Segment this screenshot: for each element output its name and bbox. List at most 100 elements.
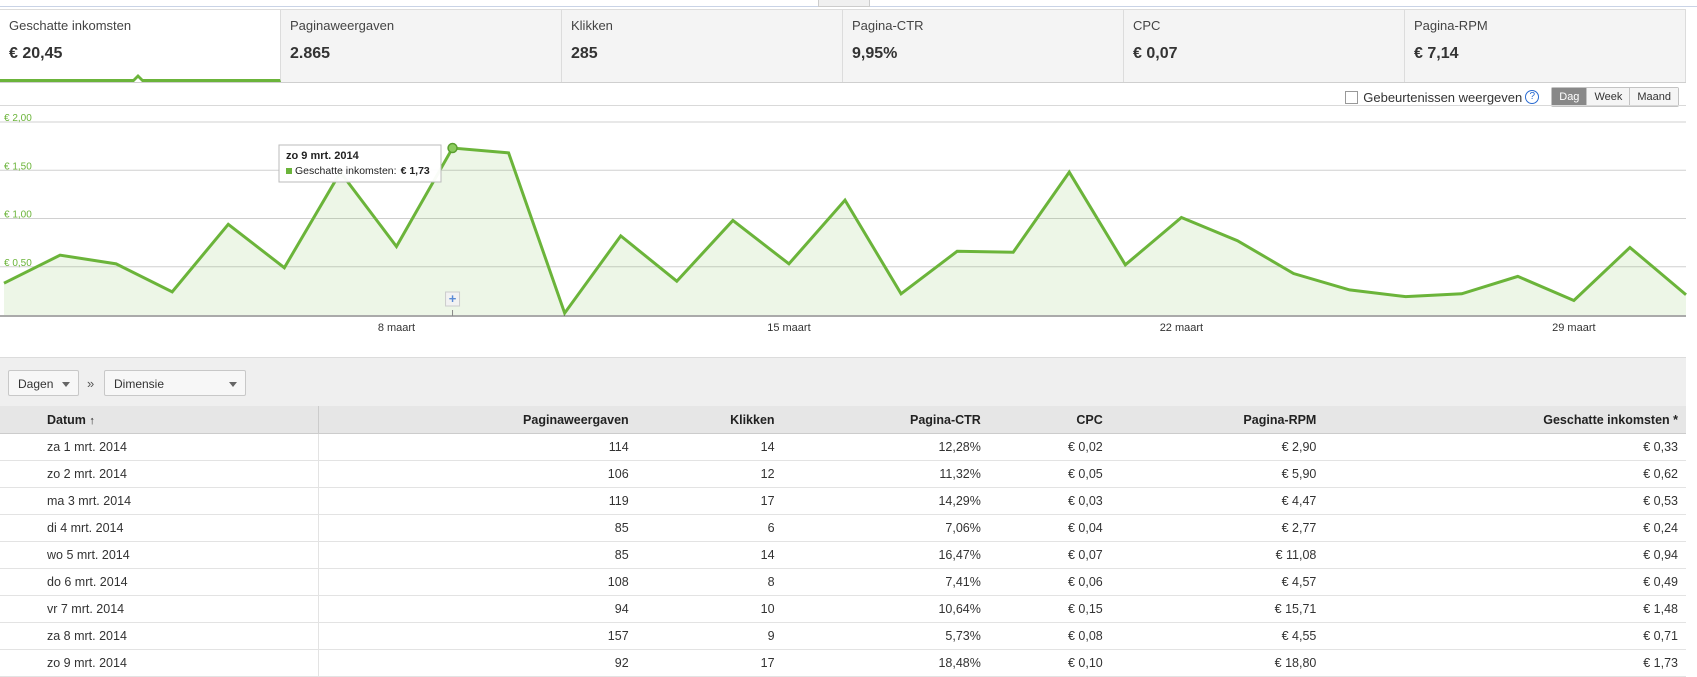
caret-inner — [134, 78, 142, 82]
column-header-rpm[interactable]: Pagina-RPM — [1110, 406, 1325, 434]
table-cell: € 0,05 — [988, 460, 1111, 488]
table-cell: € 0,07 — [988, 541, 1111, 569]
column-header-clicks[interactable]: Klikken — [636, 406, 783, 434]
scorecard-label: Pagina-RPM — [1414, 18, 1488, 33]
table-cell: € 1,73 — [1324, 649, 1686, 677]
table-cell: € 2,77 — [1110, 514, 1325, 542]
period-month-button[interactable]: Maand — [1629, 88, 1678, 106]
dimension-dropdown[interactable]: Dagen — [8, 370, 79, 396]
scorecard-cpc[interactable]: CPC € 0,07 — [1124, 10, 1405, 82]
table-cell: za 1 mrt. 2014 — [0, 433, 319, 461]
scorecard-label: Pagina-CTR — [852, 18, 924, 33]
table-cell: € 15,71 — [1110, 595, 1325, 623]
scorecard-earnings[interactable]: Geschatte inkomsten € 20,45 — [0, 10, 281, 82]
table-row: wo 5 mrt. 2014 85 14 16,47% € 0,07 € 11,08 € 0… — [0, 541, 1686, 569]
column-header-ctr[interactable]: Pagina-CTR — [782, 406, 989, 434]
table-cell: 119 — [318, 487, 637, 515]
table-row: di 4 mrt. 2014 85 6 7,06% € 0,04 € 2,77 € 0,24 — [0, 514, 1686, 542]
period-toggle: Dag Week Maand — [1551, 87, 1679, 107]
table-cell: € 0,94 — [1324, 541, 1686, 569]
earnings-chart: € 2,00 € 1,50 € 1,00 € 0,50 8 maart 15 maart 2… — [0, 105, 1687, 334]
table-cell: € 4,47 — [1110, 487, 1325, 515]
table-cell: € 0,33 — [1324, 433, 1686, 461]
table-cell: 14,29% — [782, 487, 989, 515]
table-cell: 17 — [636, 649, 783, 677]
table-cell: 7,41% — [782, 568, 989, 596]
column-header-date[interactable]: Datum ↑ — [0, 406, 319, 434]
period-week-button[interactable]: Week — [1586, 88, 1630, 106]
x-tick-label: 29 maart — [1552, 322, 1595, 334]
area-fill — [4, 148, 1686, 315]
table-cell: 94 — [318, 595, 637, 623]
table-cell: € 0,62 — [1324, 460, 1686, 488]
tooltip-title: zo 9 mrt. 2014 — [286, 150, 360, 162]
scorecard-row: Geschatte inkomsten € 20,45 Paginaweerga… — [0, 9, 1686, 83]
column-header-label: Datum — [47, 412, 86, 427]
table-cell: vr 7 mrt. 2014 — [0, 595, 319, 623]
table-cell: 108 — [318, 568, 637, 596]
table-cell: 14 — [636, 541, 783, 569]
period-day-button[interactable]: Dag — [1552, 88, 1587, 106]
scorecard-pageviews[interactable]: Paginaweergaven 2.865 — [281, 10, 562, 82]
table-cell: 8 — [636, 568, 783, 596]
report-table: Datum ↑ Paginaweergaven Klikken Pagina-C… — [0, 406, 1686, 677]
table-cell: 85 — [318, 541, 637, 569]
table-cell: 92 — [318, 649, 637, 677]
table-cell: 17 — [636, 487, 783, 515]
table-cell: 16,47% — [782, 541, 989, 569]
scorecard-label: Klikken — [571, 18, 613, 33]
scorecard-value: € 0,07 — [1133, 45, 1178, 62]
table-row: zo 9 mrt. 2014 92 17 18,48% € 0,10 € 18,80 € 1… — [0, 649, 1686, 677]
scorecard-value: 2.865 — [290, 45, 331, 62]
table-cell: 114 — [318, 433, 637, 461]
chart-controls: Gebeurtenissen weergeven ? Dag Week Maan… — [1345, 87, 1679, 107]
table-cell: zo 9 mrt. 2014 — [0, 649, 319, 677]
table-cell: 10 — [636, 595, 783, 623]
table-row: ma 3 mrt. 2014 119 17 14,29% € 0,03 € 4,47 € 0… — [0, 487, 1686, 515]
sort-arrow-icon: ↑ — [89, 414, 95, 427]
events-checkbox[interactable] — [1345, 90, 1359, 104]
scorecard-value: 9,95% — [852, 45, 898, 62]
column-header-pageviews[interactable]: Paginaweergaven — [318, 406, 637, 434]
table-cell: 106 — [318, 460, 637, 488]
column-header-earnings[interactable]: Geschatte inkomsten * — [1324, 406, 1686, 434]
table-cell: 12 — [636, 460, 783, 488]
dimension-toolbar: Dagen » Dimensie toevoegen — [0, 357, 1686, 417]
table-cell: € 0,15 — [988, 595, 1111, 623]
tooltip-label: Geschatte inkomsten: € 1,73 — [295, 165, 430, 177]
table-cell: do 6 mrt. 2014 — [0, 568, 319, 596]
table-cell: 10,64% — [782, 595, 989, 623]
table-cell: € 4,57 — [1110, 568, 1325, 596]
scorecard-clicks[interactable]: Klikken 285 — [562, 10, 843, 82]
table-cell: € 4,55 — [1110, 622, 1325, 650]
add-dimension-dropdown[interactable]: Dimensie toevoegen — [104, 370, 246, 417]
column-header-cpc[interactable]: CPC — [988, 406, 1111, 434]
table-cell: 11,32% — [782, 460, 989, 488]
table-cell: € 0,03 — [988, 487, 1111, 515]
table-cell: 7,06% — [782, 514, 989, 542]
scorecard-rpm[interactable]: Pagina-RPM € 7,14 — [1405, 10, 1686, 82]
table-cell: € 0,53 — [1324, 487, 1686, 515]
table-cell: € 0,08 — [988, 622, 1111, 650]
tooltip-value: € 1,73 — [401, 165, 430, 177]
events-label: Gebeurtenissen weergeven — [1363, 89, 1523, 105]
table-cell: € 0,06 — [988, 568, 1111, 596]
table-cell: 14 — [636, 433, 783, 461]
tooltip-series-name: Geschatte inkomsten: — [295, 165, 397, 177]
table-cell: € 0,71 — [1324, 622, 1686, 650]
scorecard-label: Geschatte inkomsten — [9, 18, 132, 33]
separator: » — [87, 376, 95, 391]
table-cell: € 0,10 — [988, 649, 1111, 677]
scorecard-label: CPC — [1133, 18, 1161, 33]
scorecard-value: € 20,45 — [9, 45, 63, 62]
top-bar — [0, 0, 1697, 7]
collapse-handle[interactable] — [818, 0, 870, 7]
y-tick-label: € 1,50 — [4, 161, 32, 172]
hover-point — [447, 142, 458, 154]
table-cell: 9 — [636, 622, 783, 650]
help-icon[interactable]: ? — [1525, 90, 1540, 104]
table-cell: ma 3 mrt. 2014 — [0, 487, 319, 515]
table-row: zo 2 mrt. 2014 106 12 11,32% € 0,05 € 5,90 € 0… — [0, 460, 1686, 488]
table-cell: di 4 mrt. 2014 — [0, 514, 319, 542]
scorecard-ctr[interactable]: Pagina-CTR 9,95% — [843, 10, 1124, 82]
